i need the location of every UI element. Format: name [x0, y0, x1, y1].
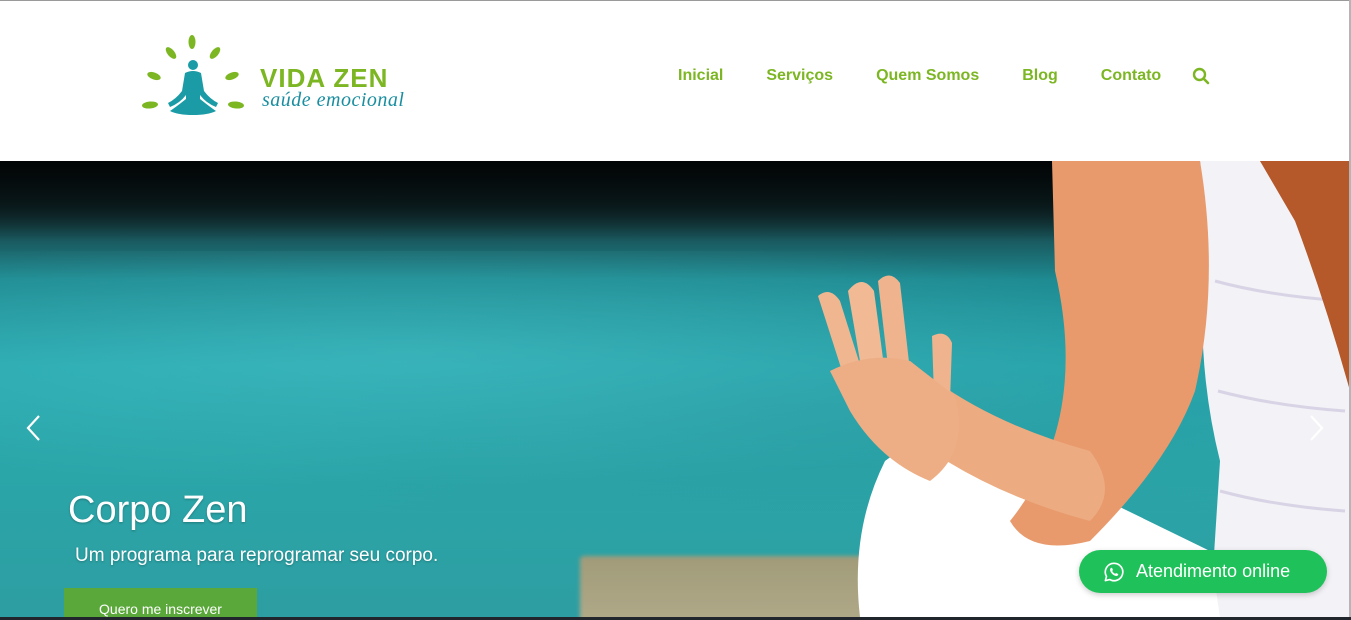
nav-item-servicos[interactable]: Serviços	[766, 67, 833, 85]
nav-item-blog[interactable]: Blog	[1022, 67, 1058, 85]
nav-item-contato[interactable]: Contato	[1101, 67, 1161, 85]
online-support-button[interactable]: Atendimento online	[1079, 550, 1327, 593]
meditation-logo-icon	[142, 35, 244, 115]
hero-slider: Corpo Zen Um programa para reprogramar s…	[0, 161, 1349, 617]
nav-item-inicial[interactable]: Inicial	[678, 67, 723, 85]
slide-subtitle: Um programa para reprogramar seu corpo.	[75, 545, 439, 566]
subscribe-button[interactable]: Quero me inscrever	[64, 588, 257, 617]
brand-tagline: saúde emocional	[262, 89, 405, 111]
chevron-right-icon[interactable]	[1304, 413, 1328, 443]
chevron-left-icon[interactable]	[22, 413, 46, 443]
search-icon[interactable]	[1192, 67, 1210, 85]
site-header: VIDA ZEN saúde emocional Inicial Serviço…	[0, 1, 1349, 161]
slide-title: Corpo Zen	[68, 489, 248, 531]
logo[interactable]: VIDA ZEN saúde emocional	[138, 33, 418, 123]
whatsapp-icon	[1104, 561, 1124, 582]
online-support-label: Atendimento online	[1136, 561, 1291, 581]
main-nav: Inicial Serviços Quem Somos Blog Contato	[678, 65, 1204, 87]
nav-item-quem-somos[interactable]: Quem Somos	[876, 67, 979, 85]
hero-meditation-photo	[818, 161, 1349, 617]
